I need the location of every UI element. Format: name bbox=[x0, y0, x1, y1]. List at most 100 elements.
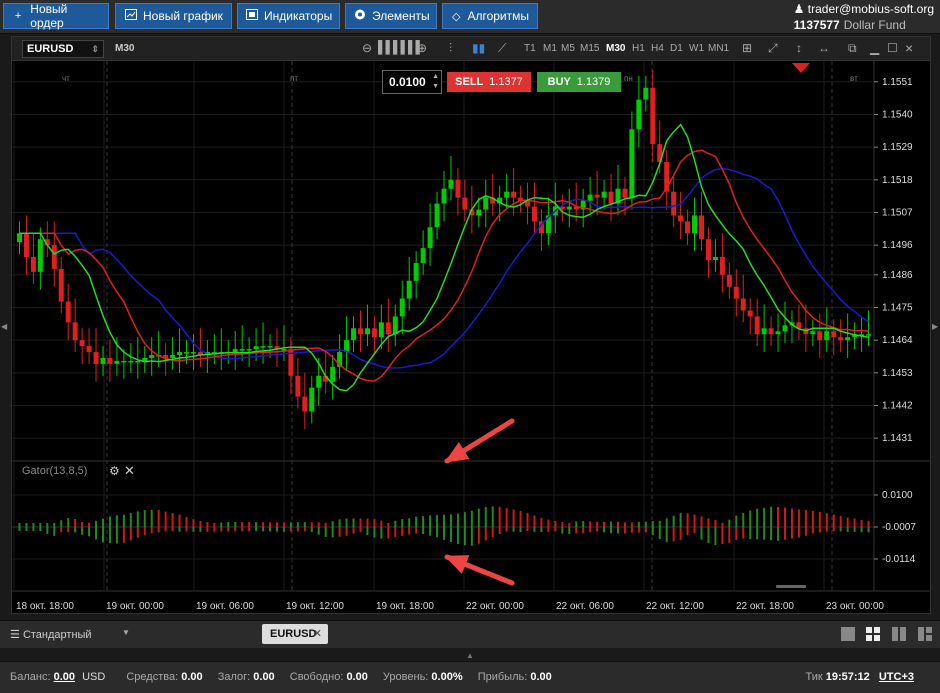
price-tick-label: 1.1431 bbox=[882, 433, 913, 444]
level-value: 0.00% bbox=[431, 671, 463, 683]
crosshair-icon[interactable]: ⊞ bbox=[742, 41, 752, 55]
vertical-scale-icon[interactable]: ↕ bbox=[796, 41, 802, 55]
chart-tab-label: EURUSD bbox=[270, 628, 317, 640]
workspace-select[interactable]: ☰ Стандартный ▼ bbox=[10, 628, 130, 641]
chart-window: EURUSD ⇕ M30 ⊖ ▌▌▌▌▌▌ ⊕ ⫶ ▮▮ ⟋ T1 M1 M5 … bbox=[11, 36, 931, 614]
candle-body bbox=[177, 352, 183, 356]
gear-icon[interactable]: ⚙ bbox=[109, 464, 120, 478]
time-tick-label: 22 окт. 12:00 bbox=[646, 601, 704, 612]
candle-body bbox=[678, 215, 684, 222]
candle-body bbox=[107, 357, 113, 364]
elements-button[interactable]: Элементы bbox=[345, 3, 437, 29]
timezone-select[interactable]: UTC+3 bbox=[879, 671, 914, 683]
indicators-label: Индикаторы bbox=[264, 9, 333, 23]
candlestick-icon[interactable]: ▮▮ bbox=[472, 41, 485, 55]
candle-body bbox=[72, 322, 78, 341]
profit-label: Прибыль: bbox=[477, 671, 528, 683]
time-tick-label: 19 окт. 00:00 bbox=[106, 601, 164, 612]
candle-body bbox=[93, 352, 99, 364]
buy-button[interactable]: BUY 1.1379 bbox=[537, 72, 621, 92]
candle-body bbox=[754, 316, 760, 335]
candle-body bbox=[434, 203, 440, 228]
algorithms-button[interactable]: ◇ Алгоритмы bbox=[442, 3, 538, 29]
panel-resize-handle[interactable]: ▲ bbox=[466, 651, 474, 660]
close-chart-icon[interactable]: × bbox=[905, 40, 913, 56]
candle-body bbox=[121, 360, 127, 363]
lot-size-input[interactable]: 0.0100 ▲ ▼ bbox=[382, 70, 442, 94]
account-info[interactable]: ♟ trader@mobius-soft.org 1137577 Dollar F… bbox=[794, 2, 934, 32]
layout-grid-icon[interactable] bbox=[866, 627, 880, 641]
candle-body bbox=[392, 316, 398, 335]
balance-label: Баланс: bbox=[10, 671, 51, 683]
candle-body bbox=[420, 248, 426, 263]
tf-w1[interactable]: W1 bbox=[689, 43, 704, 54]
bar-chart-icon[interactable]: ⫶ bbox=[449, 41, 452, 56]
candle-body bbox=[587, 194, 593, 201]
candle-body bbox=[650, 87, 656, 145]
close-icon[interactable]: ✕ bbox=[124, 463, 135, 479]
tf-m1[interactable]: M1 bbox=[543, 43, 557, 54]
sell-label: SELL bbox=[455, 76, 484, 88]
collapse-left-icon[interactable]: ◀ bbox=[1, 322, 7, 331]
spinner-icon[interactable]: ▲ ▼ bbox=[432, 72, 439, 92]
candle-body bbox=[712, 257, 718, 260]
free-label: Свободно: bbox=[289, 671, 344, 683]
candle-body bbox=[747, 310, 753, 317]
candle-body bbox=[246, 349, 252, 351]
candle-body bbox=[149, 355, 155, 358]
funds-value: 0.00 bbox=[181, 671, 203, 683]
chart-tab[interactable]: EURUSD ✕ bbox=[262, 624, 328, 644]
candle-body bbox=[775, 331, 781, 335]
margin-label: Залог: bbox=[217, 671, 251, 683]
workspace-name: Стандартный bbox=[22, 629, 92, 641]
candle-body bbox=[170, 355, 176, 358]
indicators-button[interactable]: Индикаторы bbox=[237, 3, 340, 29]
tf-m15[interactable]: M15 bbox=[580, 43, 599, 54]
close-tab-icon[interactable]: ✕ bbox=[313, 624, 322, 644]
minimize-icon[interactable]: ▁ bbox=[870, 41, 879, 55]
candle-body bbox=[184, 352, 190, 354]
candle-body bbox=[114, 360, 120, 364]
tf-m5[interactable]: M5 bbox=[561, 43, 575, 54]
algorithms-label: Алгоритмы bbox=[467, 9, 529, 23]
layout-columns-icon[interactable] bbox=[892, 627, 906, 641]
candle-body bbox=[768, 328, 774, 335]
zoom-out-icon[interactable]: ⊖ bbox=[362, 41, 372, 55]
tf-h1[interactable]: H1 bbox=[632, 43, 645, 54]
funds-label: Средства: bbox=[126, 671, 179, 683]
candle-body bbox=[761, 328, 767, 335]
price-tick-label: 1.1518 bbox=[882, 175, 913, 186]
candle-body bbox=[594, 194, 600, 198]
zoom-in-icon[interactable]: ⊕ bbox=[417, 41, 427, 55]
new-order-button[interactable]: + Новый ордер bbox=[3, 2, 109, 30]
candle-body bbox=[378, 322, 384, 338]
symbol-select[interactable]: EURUSD ⇕ bbox=[22, 40, 104, 58]
new-chart-label: Новый график bbox=[143, 9, 223, 23]
maximize-icon[interactable]: ☐ bbox=[887, 41, 898, 55]
candle-body bbox=[413, 262, 419, 281]
fullscreen-arrows-icon[interactable]: ⤢ bbox=[768, 41, 778, 56]
new-chart-button[interactable]: Новый график bbox=[115, 3, 232, 29]
tf-t1[interactable]: T1 bbox=[524, 43, 536, 54]
gator-tick-label: -0.0114 bbox=[882, 554, 916, 565]
price-tick-label: 1.1507 bbox=[882, 207, 913, 218]
candle-body bbox=[448, 179, 454, 189]
balance-value[interactable]: 0.00 bbox=[54, 671, 75, 683]
line-chart-icon[interactable]: ⟋ bbox=[498, 41, 506, 56]
layout-split-icon[interactable] bbox=[918, 627, 932, 641]
candle-body bbox=[30, 257, 36, 272]
tf-m30[interactable]: M30 bbox=[606, 43, 625, 54]
tf-mn1[interactable]: MN1 bbox=[708, 43, 729, 54]
sell-button[interactable]: SELL 1.1377 bbox=[447, 72, 531, 92]
candle-body bbox=[399, 298, 405, 317]
candle-body bbox=[23, 233, 29, 258]
candle-body bbox=[295, 375, 301, 397]
horizontal-scale-icon[interactable]: ↔ bbox=[818, 41, 830, 55]
collapse-right-icon[interactable]: ▶ bbox=[932, 322, 938, 331]
price-chart[interactable]: 1.1551 1.1540 1.1529 1.1518 1.1507 1.1496 1.14… bbox=[12, 61, 930, 613]
tf-d1[interactable]: D1 bbox=[670, 43, 683, 54]
time-tick-label: 19 окт. 18:00 bbox=[376, 601, 434, 612]
layout-single-icon[interactable] bbox=[841, 627, 855, 641]
tf-h4[interactable]: H4 bbox=[651, 43, 664, 54]
detach-window-icon[interactable]: ⧉ bbox=[848, 41, 857, 56]
